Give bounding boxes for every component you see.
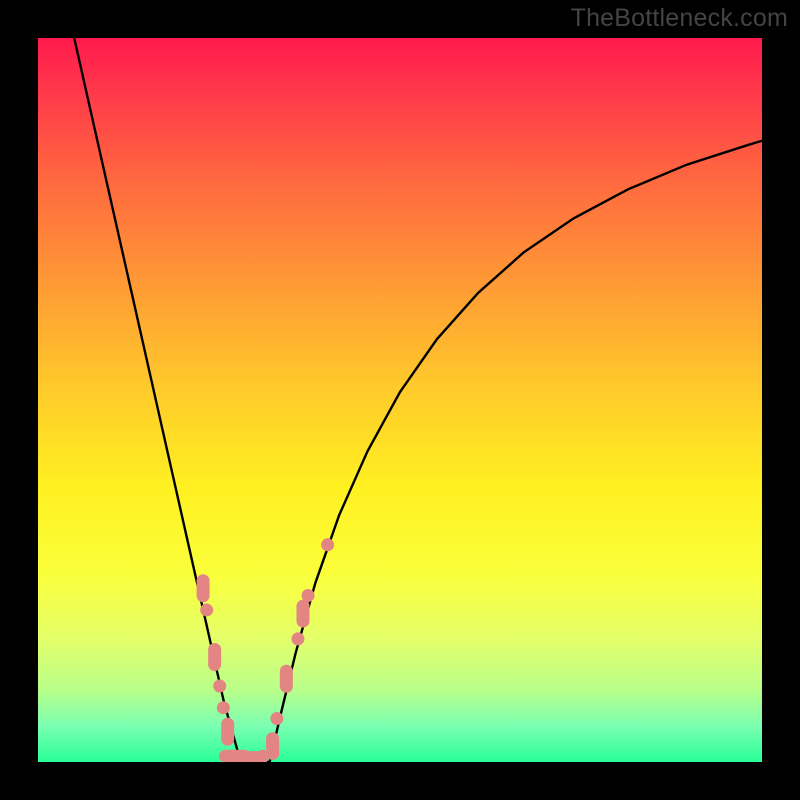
- data-marker: [321, 538, 334, 551]
- data-marker: [291, 632, 304, 645]
- data-marker: [280, 665, 293, 693]
- data-marker: [217, 701, 230, 714]
- frame: TheBottleneck.com: [0, 0, 800, 800]
- watermark-text: TheBottleneck.com: [571, 4, 788, 33]
- data-marker: [266, 732, 279, 760]
- marker-group: [197, 538, 335, 762]
- curve-right-branch: [270, 141, 762, 762]
- data-marker: [296, 600, 309, 628]
- data-marker: [208, 643, 221, 671]
- data-marker: [270, 712, 283, 725]
- data-marker: [200, 603, 213, 616]
- data-marker: [302, 589, 315, 602]
- chart-svg: [38, 38, 762, 762]
- data-marker: [221, 718, 234, 746]
- data-marker: [197, 574, 210, 602]
- plot-area: [38, 38, 762, 762]
- data-marker: [213, 679, 226, 692]
